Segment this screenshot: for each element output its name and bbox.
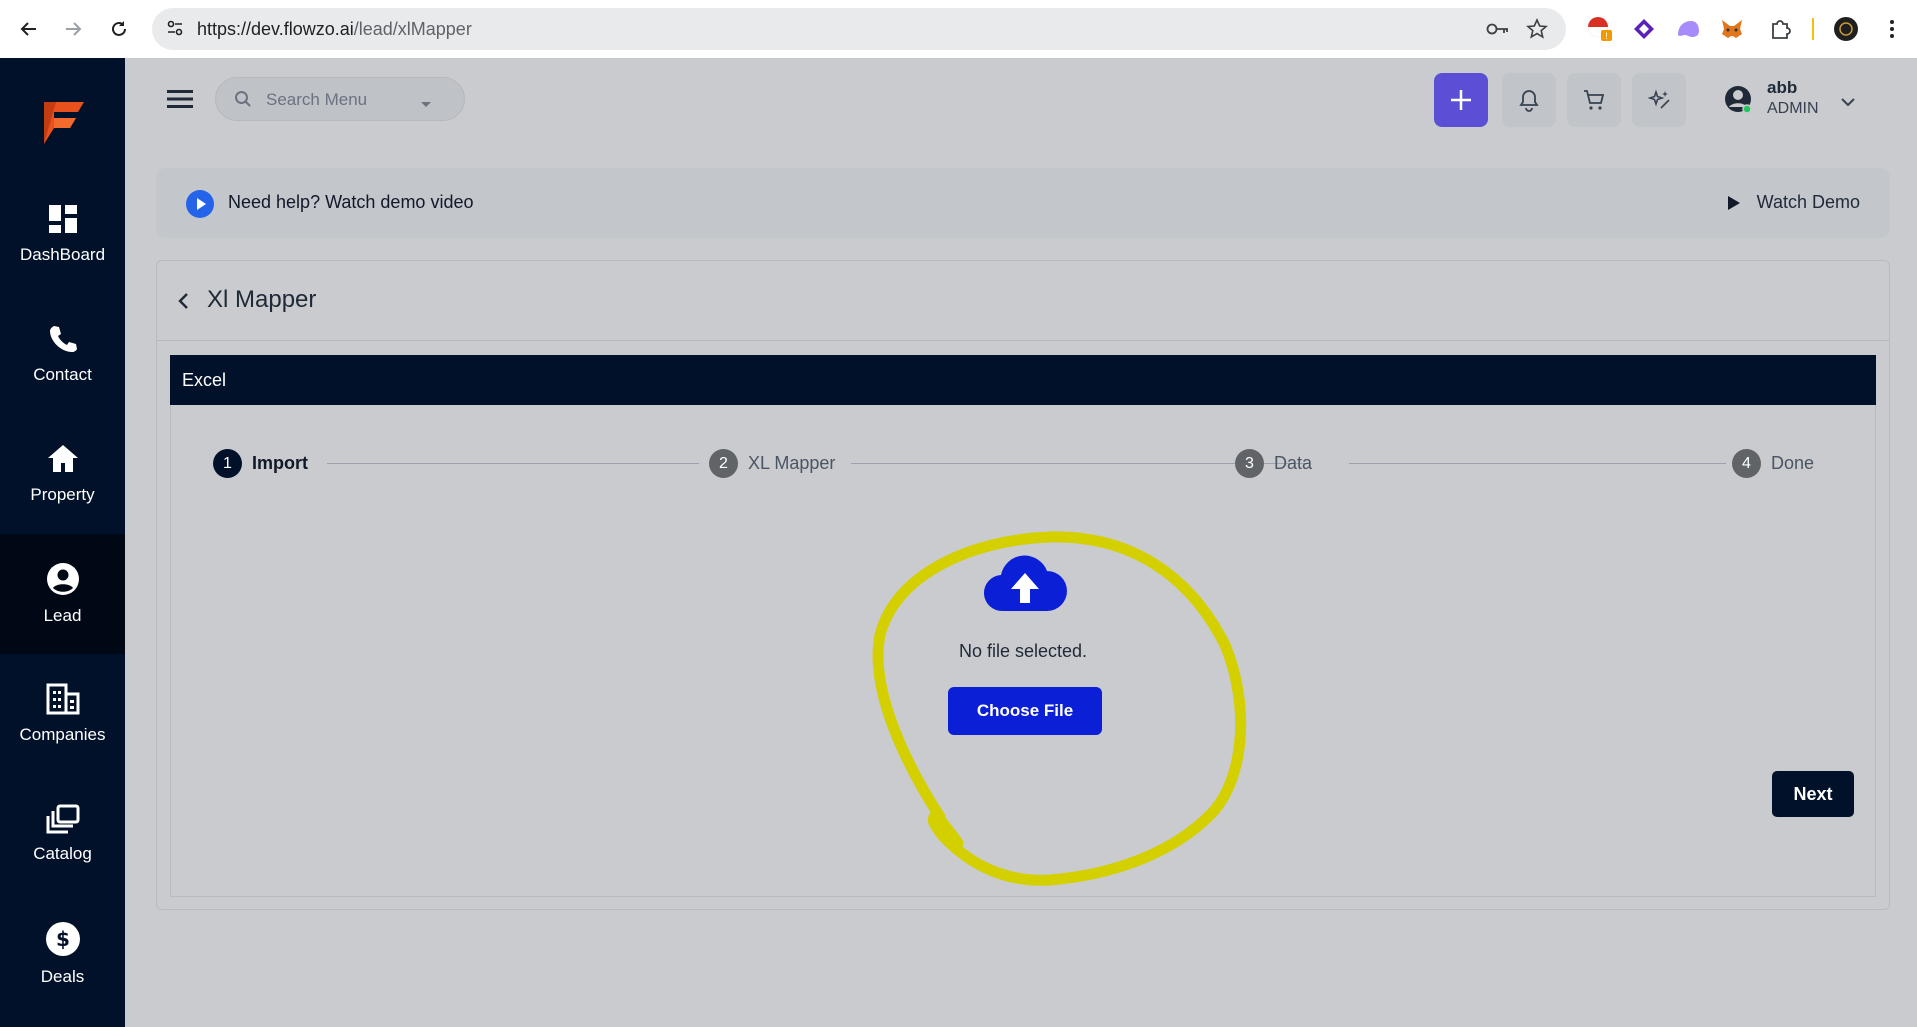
catalog-icon (46, 804, 79, 834)
search-icon (234, 90, 252, 113)
watch-demo-label: Watch Demo (1756, 192, 1860, 212)
bell-icon (1519, 90, 1539, 112)
sidebar-item-dashboard[interactable]: DashBoard (0, 174, 125, 294)
profile-avatar-icon[interactable] (1832, 15, 1860, 43)
user-avatar[interactable] (1723, 84, 1753, 119)
sidebar: DashBoard Contact Property Lead Companie… (0, 58, 125, 1027)
account-circle-icon (46, 563, 79, 595)
browser-menu-icon[interactable] (1878, 15, 1906, 43)
phone-icon (49, 326, 77, 352)
help-text: Need help? Watch demo video (228, 192, 474, 212)
chevron-down-icon (420, 96, 432, 114)
play-circle-icon[interactable] (185, 189, 215, 224)
section-title: Excel (182, 370, 227, 390)
url-host: https://dev.flowzo.ai (197, 19, 354, 39)
flowzo-logo[interactable] (36, 92, 92, 150)
sidebar-item-companies[interactable]: Companies (0, 654, 125, 774)
play-icon (1727, 195, 1740, 210)
hamburger-menu-icon[interactable] (167, 88, 193, 110)
sidebar-item-label: DashBoard (19, 245, 106, 264)
annotation-circle (872, 531, 1247, 886)
sparkle-icon (1647, 89, 1670, 109)
dashboard-icon (48, 205, 77, 233)
sidebar-item-label: Contact (33, 365, 92, 384)
card-header: Xl Mapper (157, 261, 1889, 341)
sidebar-item-lead[interactable]: Lead (0, 534, 125, 654)
sidebar-item-label: Deals (40, 967, 85, 986)
toolbar-divider (1812, 18, 1814, 40)
notifications-button[interactable] (1502, 73, 1556, 127)
excel-section-header: Excel (170, 355, 1876, 405)
help-banner: Need help? Watch demo video Watch Demo (156, 168, 1890, 238)
extensions-puzzle-icon[interactable] (1766, 15, 1794, 43)
building-icon (46, 683, 79, 715)
back-icon[interactable] (14, 14, 44, 44)
key-icon[interactable] (1486, 20, 1510, 43)
user-name: abb (1767, 78, 1798, 97)
home-icon (47, 445, 78, 472)
search-menu-input[interactable]: Search Menu (215, 77, 465, 121)
sidebar-item-contact[interactable]: Contact (0, 294, 125, 414)
site-settings-icon[interactable] (166, 19, 184, 42)
user-role: ADMIN (1767, 100, 1819, 117)
ai-sparkle-button[interactable] (1632, 73, 1686, 127)
svg-text:!: ! (1605, 32, 1609, 42)
user-menu-chevron-icon[interactable] (1841, 94, 1855, 112)
account-circle-icon (1725, 86, 1752, 114)
sidebar-item-label: Lead (43, 606, 82, 625)
svg-text:$: $ (56, 927, 70, 951)
page-title: Xl Mapper (207, 286, 317, 313)
address-bar[interactable]: https://dev.flowzo.ai/lead/xlMapper (152, 8, 1566, 50)
app-header: Search Menu abb ADMIN (125, 58, 1917, 140)
sidebar-item-label: Companies (19, 725, 106, 744)
sidebar-item-catalog[interactable]: Catalog (0, 774, 125, 894)
extension-red-icon[interactable]: ! (1586, 15, 1614, 43)
forward-icon[interactable] (58, 14, 88, 44)
plus-icon (1451, 90, 1471, 110)
browser-toolbar: https://dev.flowzo.ai/lead/xlMapper ! (0, 0, 1917, 58)
sidebar-item-property[interactable]: Property (0, 414, 125, 534)
dollar-icon: $ (45, 922, 80, 956)
search-placeholder: Search Menu (266, 90, 368, 109)
url-path: /lead/xlMapper (353, 19, 472, 39)
next-button[interactable]: Next (1772, 771, 1854, 817)
metamask-icon[interactable] (1718, 15, 1746, 43)
add-button[interactable] (1434, 73, 1488, 127)
extension-ghost-icon[interactable] (1674, 15, 1702, 43)
sidebar-item-deals[interactable]: $ Deals (0, 894, 125, 1014)
sidebar-item-label: Property (30, 485, 95, 504)
extension-diamond-icon[interactable] (1630, 15, 1658, 43)
cart-icon (1584, 90, 1605, 110)
watch-demo-link[interactable]: Watch Demo (1727, 192, 1860, 213)
cart-button[interactable] (1567, 73, 1621, 127)
page-footer-area (125, 940, 1917, 1027)
sidebar-item-label: Catalog (33, 844, 92, 863)
reload-icon[interactable] (104, 14, 134, 44)
url-text: https://dev.flowzo.ai/lead/xlMapper (197, 19, 472, 40)
back-arrow-icon[interactable] (177, 292, 189, 315)
bookmark-star-icon[interactable] (1526, 18, 1548, 45)
